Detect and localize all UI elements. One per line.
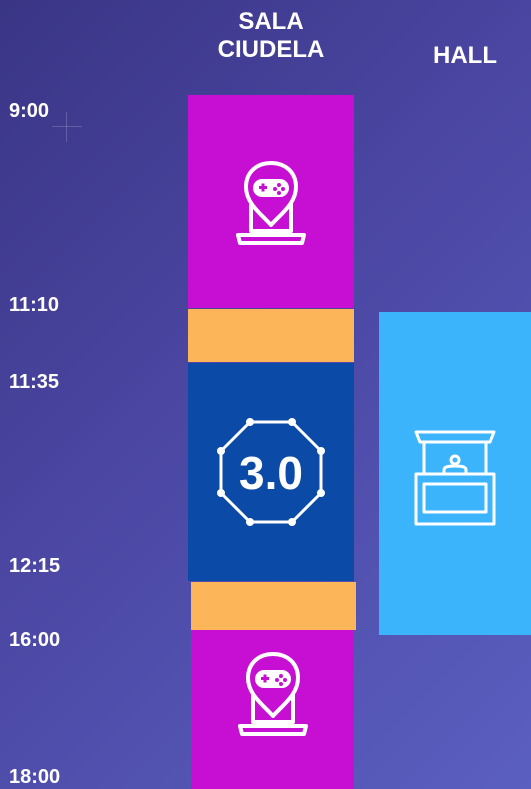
- gamepad-laptop-icon: [236, 160, 306, 245]
- gamepad-laptop-icon: [237, 651, 308, 736]
- column-header-hall: HALL: [433, 42, 497, 69]
- column-header-sala-ciudela: SALA CIUDELA: [188, 8, 354, 64]
- octagon-3-0-icon: 3.0: [217, 418, 325, 526]
- time-16-00: 16:00: [9, 629, 61, 651]
- block-break-1[interactable]: [188, 309, 354, 362]
- block-hall-stand[interactable]: [379, 312, 531, 635]
- header-line-2: CIUDELA: [217, 36, 325, 63]
- block-gaming-afternoon[interactable]: [191, 630, 354, 789]
- time-11-10: 11:10: [9, 294, 60, 316]
- block-break-2[interactable]: [191, 582, 356, 630]
- booth-stand-icon: [414, 430, 496, 525]
- block-talk-3-0[interactable]: 3.0: [188, 363, 354, 581]
- time-9-00: 9:00: [9, 100, 50, 122]
- time-11-35: 11:35: [9, 371, 60, 393]
- crosshair-decoration: [52, 112, 82, 142]
- header-line-1: SALA: [238, 8, 304, 35]
- time-18-00: 18:00: [9, 766, 61, 788]
- time-12-15: 12:15: [9, 555, 61, 577]
- block-gaming-morning[interactable]: [188, 95, 354, 308]
- talk-3-0-label: 3.0: [239, 447, 303, 499]
